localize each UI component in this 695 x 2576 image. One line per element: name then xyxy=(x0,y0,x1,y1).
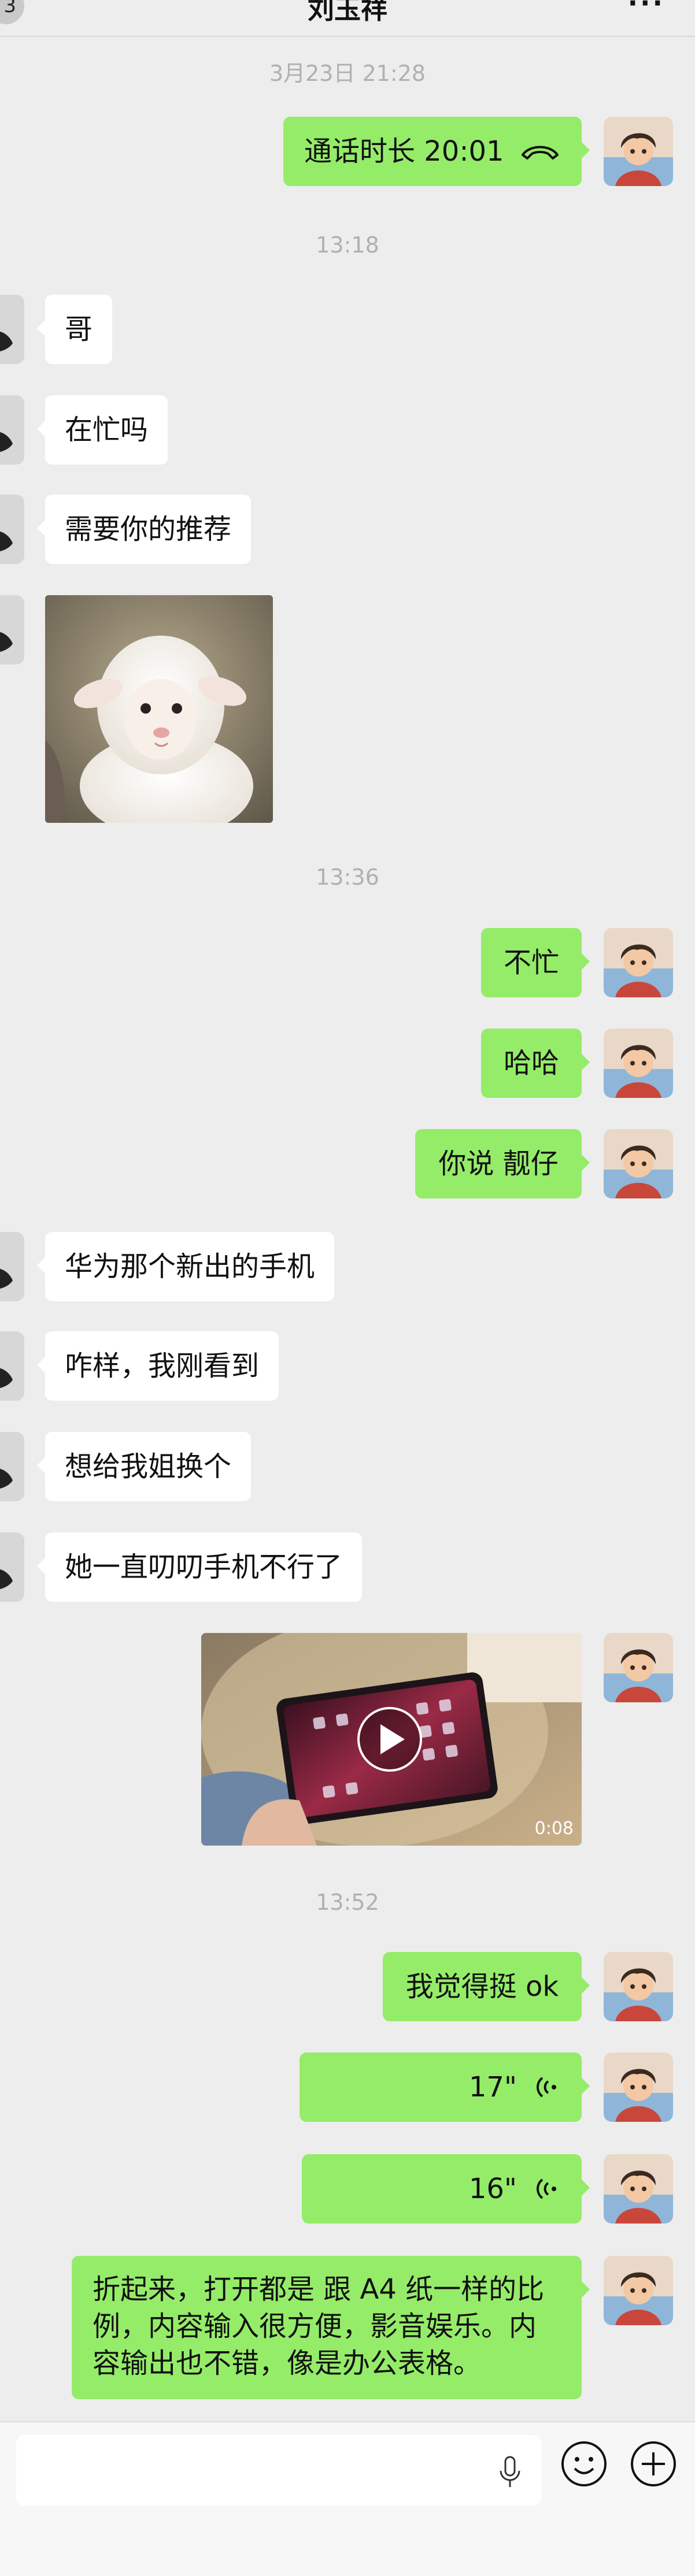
cartoon-boy-avatar-icon xyxy=(604,117,673,186)
message-bubble[interactable]: 你说 靓仔 xyxy=(415,1129,590,1198)
contact-avatar[interactable] xyxy=(0,1532,24,1602)
cartoon-boy-avatar-icon xyxy=(604,1633,673,1702)
my-avatar[interactable] xyxy=(604,2256,673,2325)
input-bar xyxy=(0,2421,695,2576)
contact-avatar-icon xyxy=(0,395,24,465)
message-bubble[interactable]: 她一直叨叨手机不行了 xyxy=(36,1532,363,1602)
message-bubble[interactable]: 哥 xyxy=(36,295,113,364)
lamb-image-icon xyxy=(45,595,273,823)
phone-hangup-icon xyxy=(522,146,559,159)
emoji-icon[interactable] xyxy=(560,2440,608,2488)
call-record-bubble[interactable]: 通话时长 20:01 xyxy=(283,117,590,186)
voice-wave-icon xyxy=(537,2077,556,2098)
cartoon-boy-avatar-icon xyxy=(604,928,673,997)
cartoon-boy-avatar-icon xyxy=(604,2154,673,2224)
contact-avatar[interactable] xyxy=(0,295,24,364)
message-text: 你说 靓仔 xyxy=(438,1148,559,1180)
video-message[interactable]: 0:08 xyxy=(201,1633,582,1846)
message-text: 需要你的推荐 xyxy=(65,513,232,545)
cartoon-boy-avatar-icon xyxy=(604,1129,673,1198)
message-bubble[interactable]: 需要你的推荐 xyxy=(36,495,252,564)
message-text: 我觉得挺 ok xyxy=(405,1970,559,2003)
message-text: 哥 xyxy=(65,313,93,346)
cartoon-boy-avatar-icon xyxy=(604,2256,673,2325)
my-avatar[interactable] xyxy=(604,2154,673,2224)
message-bubble[interactable]: 咋样，我刚看到 xyxy=(36,1331,279,1401)
lamb-photo-message[interactable] xyxy=(45,595,273,823)
my-avatar[interactable] xyxy=(604,1029,673,1098)
my-avatar[interactable] xyxy=(604,1129,673,1198)
microphone-icon[interactable] xyxy=(498,2456,522,2488)
my-avatar[interactable] xyxy=(604,117,673,186)
message-text: 不忙 xyxy=(503,946,559,979)
voice-duration: 17" xyxy=(468,2071,517,2103)
video-duration: 0:08 xyxy=(534,1818,574,1839)
contact-avatar-icon xyxy=(0,295,24,364)
more-options-button[interactable]: ··· xyxy=(628,0,665,18)
call-duration-text: 通话时长 20:01 xyxy=(304,135,504,168)
message-bubble[interactable]: 折起来，打开都是 跟 A4 纸一样的比例，内容输入很方便，影音娱乐。内容输出也不… xyxy=(72,2256,590,2399)
message-text: 她一直叨叨手机不行了 xyxy=(65,1551,343,1583)
contact-avatar-icon xyxy=(0,1532,24,1602)
my-avatar[interactable] xyxy=(604,928,673,997)
voice-message-bubble[interactable]: 17" xyxy=(300,2052,590,2122)
voice-wave-icon xyxy=(537,2178,556,2199)
message-bubble[interactable]: 在忙吗 xyxy=(36,395,168,465)
contact-avatar-icon xyxy=(0,495,24,564)
contact-avatar-icon xyxy=(0,1432,24,1501)
chat-title: 刘玉祥 xyxy=(308,0,387,25)
voice-message-bubble[interactable]: 16" xyxy=(302,2154,590,2224)
message-input[interactable] xyxy=(16,2435,541,2506)
video-thumbnail-icon xyxy=(201,1633,582,1846)
contact-avatar[interactable] xyxy=(0,1432,24,1501)
my-avatar[interactable] xyxy=(604,1633,673,1702)
message-bubble[interactable]: 华为那个新出的手机 xyxy=(36,1232,335,1301)
my-avatar[interactable] xyxy=(604,2052,673,2122)
contact-avatar[interactable] xyxy=(0,495,24,564)
cartoon-boy-avatar-icon xyxy=(604,1029,673,1098)
timestamp: 13:18 xyxy=(316,232,379,258)
message-text: 哈哈 xyxy=(503,1047,559,1079)
message-text: 华为那个新出的手机 xyxy=(65,1250,315,1283)
cartoon-boy-avatar-icon xyxy=(604,2052,673,2122)
add-plus-icon[interactable] xyxy=(629,2440,678,2488)
contact-avatar[interactable] xyxy=(0,1232,24,1301)
timestamp: 13:36 xyxy=(316,864,379,890)
cartoon-boy-avatar-icon xyxy=(604,1952,673,2021)
contact-avatar-icon xyxy=(0,595,24,665)
contact-avatar[interactable] xyxy=(0,1331,24,1401)
message-bubble[interactable]: 不忙 xyxy=(481,928,590,997)
message-bubble[interactable]: 我觉得挺 ok xyxy=(383,1952,590,2021)
timestamp: 13:52 xyxy=(316,1890,379,1915)
contact-avatar-icon xyxy=(0,1232,24,1301)
timestamp: 3月23日 21:28 xyxy=(269,61,426,86)
message-text: 想给我姐换个 xyxy=(65,1450,232,1483)
voice-duration: 16" xyxy=(468,2173,517,2205)
contact-avatar[interactable] xyxy=(0,595,24,665)
message-bubble[interactable]: 想给我姐换个 xyxy=(36,1432,252,1501)
message-text: 在忙吗 xyxy=(65,414,149,446)
message-bubble[interactable]: 哈哈 xyxy=(481,1029,590,1098)
message-text: 咋样，我刚看到 xyxy=(65,1350,260,1382)
chat-header: 3 刘玉祥 ··· xyxy=(0,0,695,37)
message-text: 折起来，打开都是 跟 A4 纸一样的比例，内容输入很方便，影音娱乐。内容输出也不… xyxy=(93,2273,545,2380)
contact-avatar-icon xyxy=(0,1331,24,1401)
my-avatar[interactable] xyxy=(604,1952,673,2021)
contact-avatar[interactable] xyxy=(0,395,24,465)
